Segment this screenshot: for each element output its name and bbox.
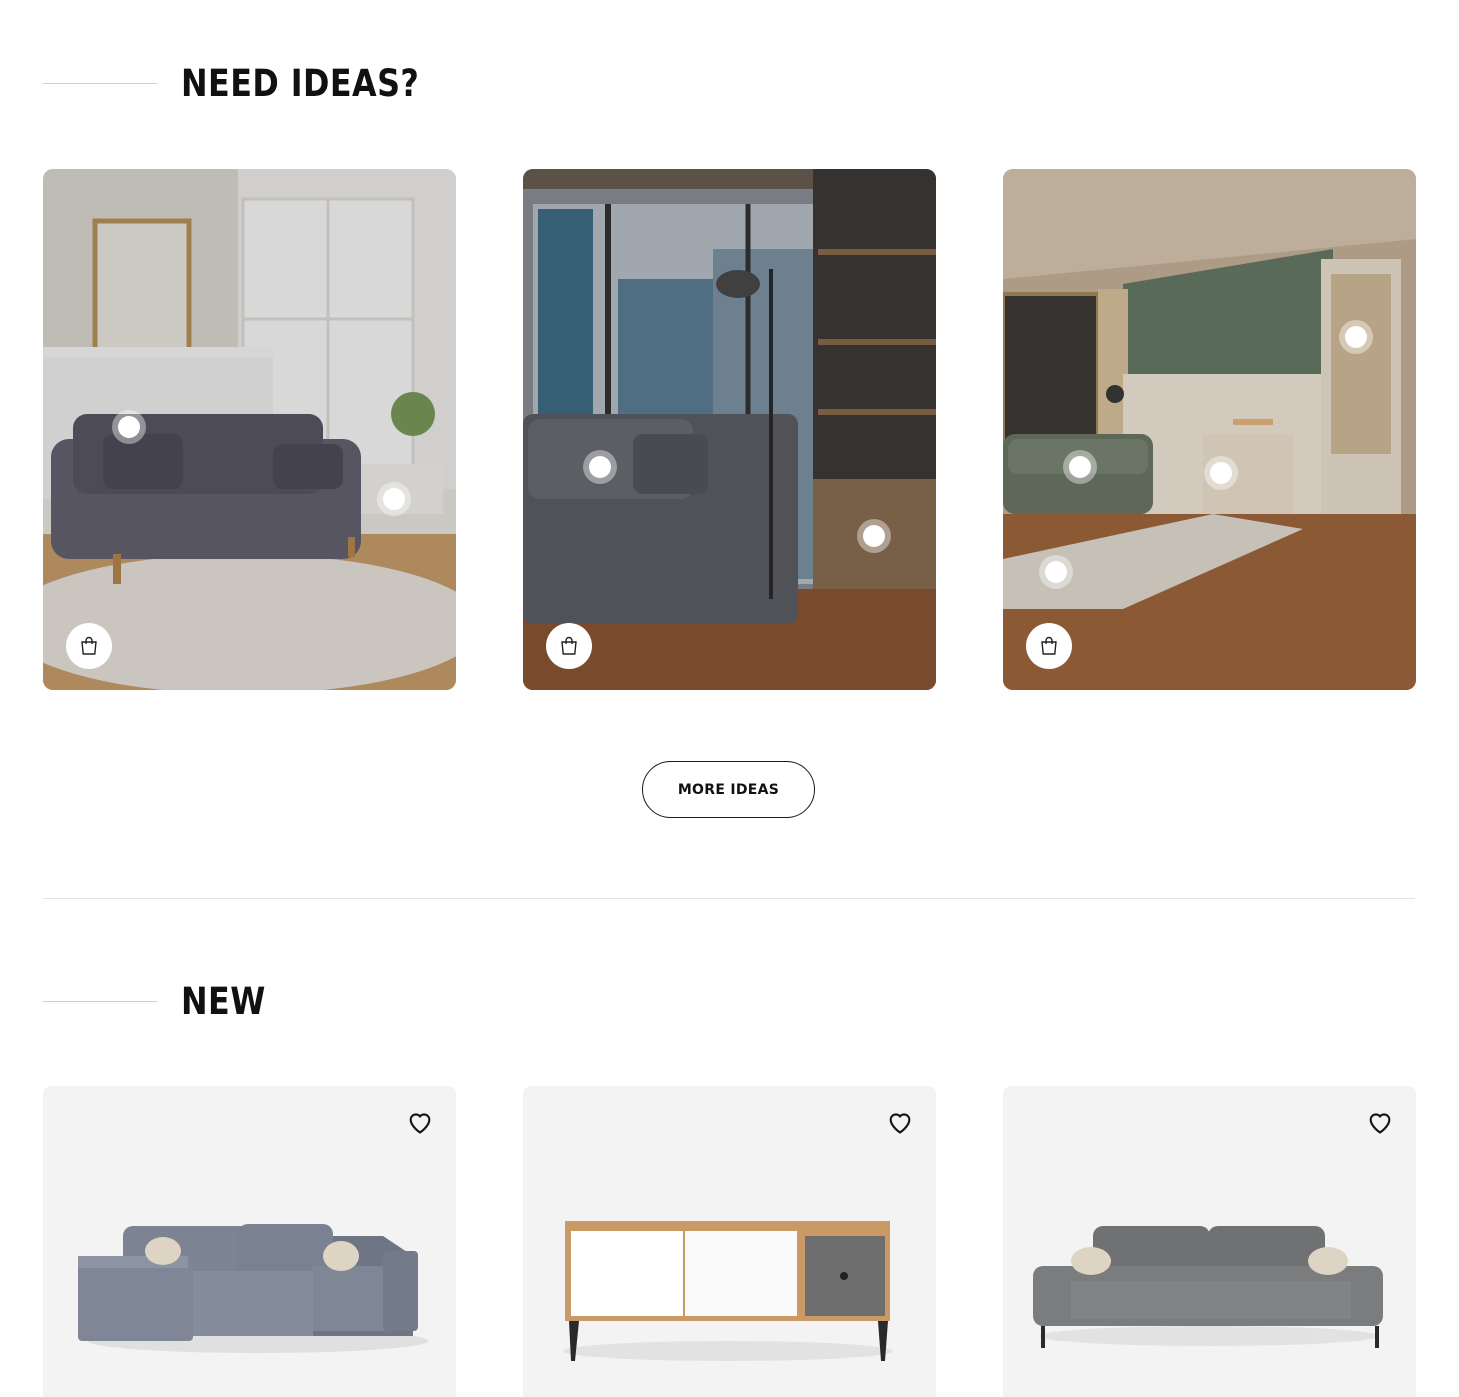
product-hotspot[interactable] — [583, 450, 617, 484]
product-hotspot[interactable] — [1039, 555, 1073, 589]
heading-rule — [43, 83, 157, 84]
shopping-bag-icon — [1041, 636, 1057, 655]
shopping-bag-icon — [561, 636, 577, 655]
heart-icon[interactable] — [886, 1108, 914, 1136]
heart-icon[interactable] — [406, 1108, 434, 1136]
product-card-3[interactable] — [1003, 1086, 1416, 1397]
product-card-1[interactable] — [43, 1086, 456, 1397]
heart-icon[interactable] — [1366, 1108, 1394, 1136]
new-title: NEW — [181, 980, 266, 1023]
idea-card-2[interactable] — [523, 169, 936, 690]
product-hotspot[interactable] — [1063, 450, 1097, 484]
product-image-tv-stand — [563, 1221, 893, 1361]
shop-look-button[interactable] — [66, 623, 112, 669]
idea-card-3[interactable] — [1003, 169, 1416, 690]
product-card-2[interactable] — [523, 1086, 936, 1397]
shop-look-button[interactable] — [546, 623, 592, 669]
product-image-sofa — [78, 1224, 428, 1353]
product-hotspot[interactable] — [1204, 456, 1238, 490]
shopping-bag-icon — [81, 636, 97, 655]
new-heading: NEW — [43, 980, 280, 1023]
product-hotspot[interactable] — [1339, 320, 1373, 354]
more-ideas-button[interactable]: MORE IDEAS — [642, 761, 815, 818]
product-hotspot[interactable] — [857, 519, 891, 553]
product-image-sofa — [1033, 1226, 1383, 1348]
heading-rule — [43, 1001, 157, 1002]
section-divider — [43, 898, 1415, 899]
ideas-heading: NEED IDEAS? — [43, 62, 458, 105]
product-hotspot[interactable] — [112, 410, 146, 444]
product-hotspot[interactable] — [377, 482, 411, 516]
idea-card-1[interactable] — [43, 169, 456, 690]
ideas-title: NEED IDEAS? — [181, 62, 420, 105]
shop-look-button[interactable] — [1026, 623, 1072, 669]
